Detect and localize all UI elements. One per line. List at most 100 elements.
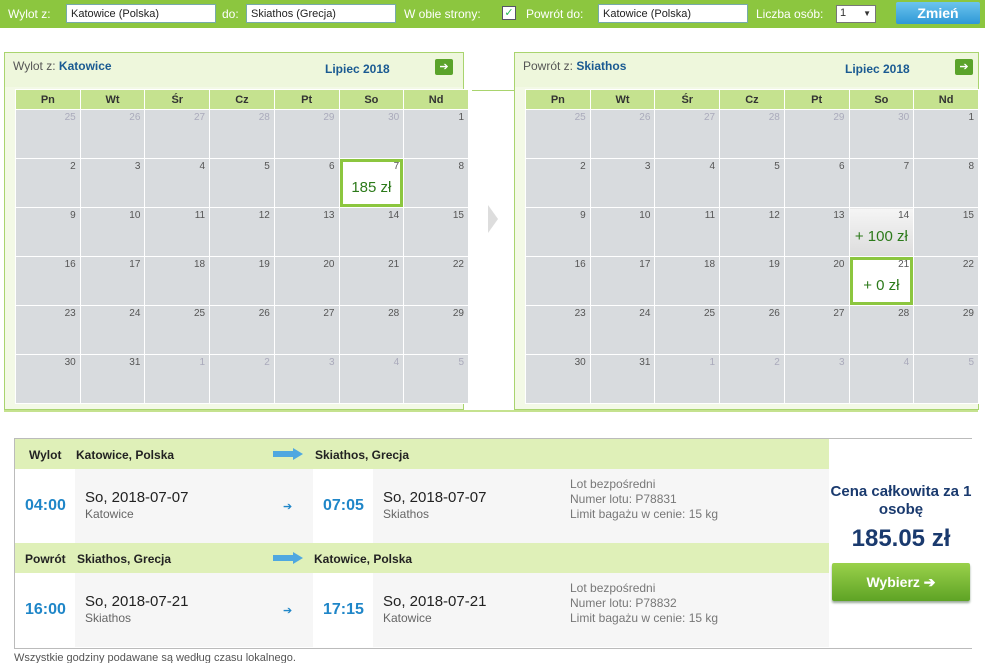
calendar-day[interactable]: 13: [783, 207, 850, 257]
calendar-day[interactable]: 9: [15, 207, 81, 257]
calendar-day[interactable]: 19: [719, 256, 785, 306]
calendar-day[interactable]: 10: [79, 207, 146, 257]
calendar-day[interactable]: 28: [209, 109, 275, 159]
calendar-day[interactable]: 6: [273, 158, 340, 208]
day-number: 30: [388, 112, 400, 123]
change-button[interactable]: Zmień: [896, 2, 980, 24]
persons-select[interactable]: 1 ▼: [836, 5, 876, 23]
calendar-day[interactable]: 4: [144, 158, 211, 208]
calendar-day[interactable]: 25: [144, 305, 211, 355]
to-input[interactable]: Skiathos (Grecja): [246, 4, 396, 23]
calendar-day[interactable]: 5: [719, 158, 785, 208]
calendar-day[interactable]: 22: [913, 256, 979, 306]
calendar-day[interactable]: 5: [913, 354, 979, 404]
calendar-day[interactable]: 4: [338, 354, 405, 404]
day-price: + 0 zł: [863, 277, 900, 294]
calendar-day[interactable]: 8: [403, 158, 469, 208]
calendar-day[interactable]: 30: [15, 354, 81, 404]
calendar-day[interactable]: 18: [144, 256, 211, 306]
arrival-date: So, 2018-07-21: [383, 593, 487, 610]
calendar-day[interactable]: 9: [525, 207, 591, 257]
calendar-day[interactable]: 25: [15, 109, 81, 159]
calendar-day[interactable]: 1: [654, 354, 721, 404]
calendar-day[interactable]: 8: [913, 158, 979, 208]
calendar-day[interactable]: 21 + 0 zł: [848, 256, 915, 306]
calendar-day[interactable]: 26: [79, 109, 146, 159]
calendar-day[interactable]: 18: [654, 256, 721, 306]
calendar-day[interactable]: 25: [654, 305, 721, 355]
calendar-day[interactable]: 2: [15, 158, 81, 208]
calendar-day[interactable]: 11: [144, 207, 211, 257]
calendar-day[interactable]: 12: [719, 207, 785, 257]
calendar-day[interactable]: 27: [654, 109, 721, 159]
calendar-day[interactable]: 28: [338, 305, 405, 355]
calendar-day[interactable]: 22: [403, 256, 469, 306]
calendar-day[interactable]: 28: [719, 109, 785, 159]
calendar-day[interactable]: 14 + 100 zł: [848, 207, 915, 257]
calendar-day[interactable]: 3: [589, 158, 656, 208]
calendar-day[interactable]: 30: [525, 354, 591, 404]
calendar-day[interactable]: 2: [525, 158, 591, 208]
calendar-day[interactable]: 5: [403, 354, 469, 404]
flight-info: Lot bezpośredni Numer lotu: P78831 Limit…: [570, 477, 719, 521]
calendar-day[interactable]: 5: [209, 158, 275, 208]
day-number: 14: [388, 210, 400, 221]
calendar-day[interactable]: 1: [403, 109, 469, 159]
calendar-day[interactable]: 25: [525, 109, 591, 159]
calendar-day[interactable]: 29: [273, 109, 340, 159]
calendar-day[interactable]: 3: [783, 354, 850, 404]
calendar-day[interactable]: 20: [783, 256, 850, 306]
calendar-day[interactable]: 26: [719, 305, 785, 355]
calendar-day[interactable]: 19: [209, 256, 275, 306]
calendar-day[interactable]: 13: [273, 207, 340, 257]
calendar-day[interactable]: 3: [79, 158, 146, 208]
calendar-day[interactable]: 29: [783, 109, 850, 159]
select-button[interactable]: Wybierz ➔: [832, 563, 970, 601]
day-number: 12: [258, 210, 270, 221]
calendar-day[interactable]: 26: [209, 305, 275, 355]
calendar-day[interactable]: 6: [783, 158, 850, 208]
calendar-day[interactable]: 3: [273, 354, 340, 404]
calendar-day[interactable]: 17: [79, 256, 146, 306]
calendar-day[interactable]: 29: [913, 305, 979, 355]
roundtrip-checkbox[interactable]: ✓: [502, 6, 516, 20]
next-month-arrow-icon[interactable]: ➔: [435, 59, 453, 75]
calendar-day[interactable]: 20: [273, 256, 340, 306]
calendar-day[interactable]: 2: [719, 354, 785, 404]
calendar-day[interactable]: 4: [654, 158, 721, 208]
calendar-day[interactable]: 27: [783, 305, 850, 355]
calendar-day[interactable]: 10: [589, 207, 656, 257]
calendar-day[interactable]: 15: [913, 207, 979, 257]
calendar-day[interactable]: 11: [654, 207, 721, 257]
calendar-day[interactable]: 23: [15, 305, 81, 355]
calendar-day[interactable]: 29: [403, 305, 469, 355]
next-month-arrow-icon[interactable]: ➔: [955, 59, 973, 75]
calendar-day[interactable]: 14: [338, 207, 405, 257]
calendar-day[interactable]: 26: [589, 109, 656, 159]
weekday-header: Pt: [783, 89, 850, 110]
return-input[interactable]: Katowice (Polska): [598, 4, 748, 23]
calendar-day[interactable]: 7: [848, 158, 915, 208]
calendar-day[interactable]: 28: [848, 305, 915, 355]
calendar-day[interactable]: 31: [589, 354, 656, 404]
calendar-day[interactable]: 7 185 zł: [338, 158, 405, 208]
from-input[interactable]: Katowice (Polska): [66, 4, 216, 23]
calendar-day[interactable]: 21: [338, 256, 405, 306]
calendar-day[interactable]: 2: [209, 354, 275, 404]
calendar-day[interactable]: 31: [79, 354, 146, 404]
calendar-day[interactable]: 15: [403, 207, 469, 257]
calendar-day[interactable]: 24: [589, 305, 656, 355]
calendar-day[interactable]: 30: [338, 109, 405, 159]
calendar-day[interactable]: 12: [209, 207, 275, 257]
calendar-day[interactable]: 24: [79, 305, 146, 355]
calendar-day[interactable]: 27: [144, 109, 211, 159]
calendar-day[interactable]: 27: [273, 305, 340, 355]
calendar-day[interactable]: 16: [525, 256, 591, 306]
calendar-day[interactable]: 23: [525, 305, 591, 355]
calendar-day[interactable]: 1: [913, 109, 979, 159]
calendar-day[interactable]: 17: [589, 256, 656, 306]
calendar-day[interactable]: 4: [848, 354, 915, 404]
calendar-day[interactable]: 1: [144, 354, 211, 404]
calendar-day[interactable]: 16: [15, 256, 81, 306]
calendar-day[interactable]: 30: [848, 109, 915, 159]
